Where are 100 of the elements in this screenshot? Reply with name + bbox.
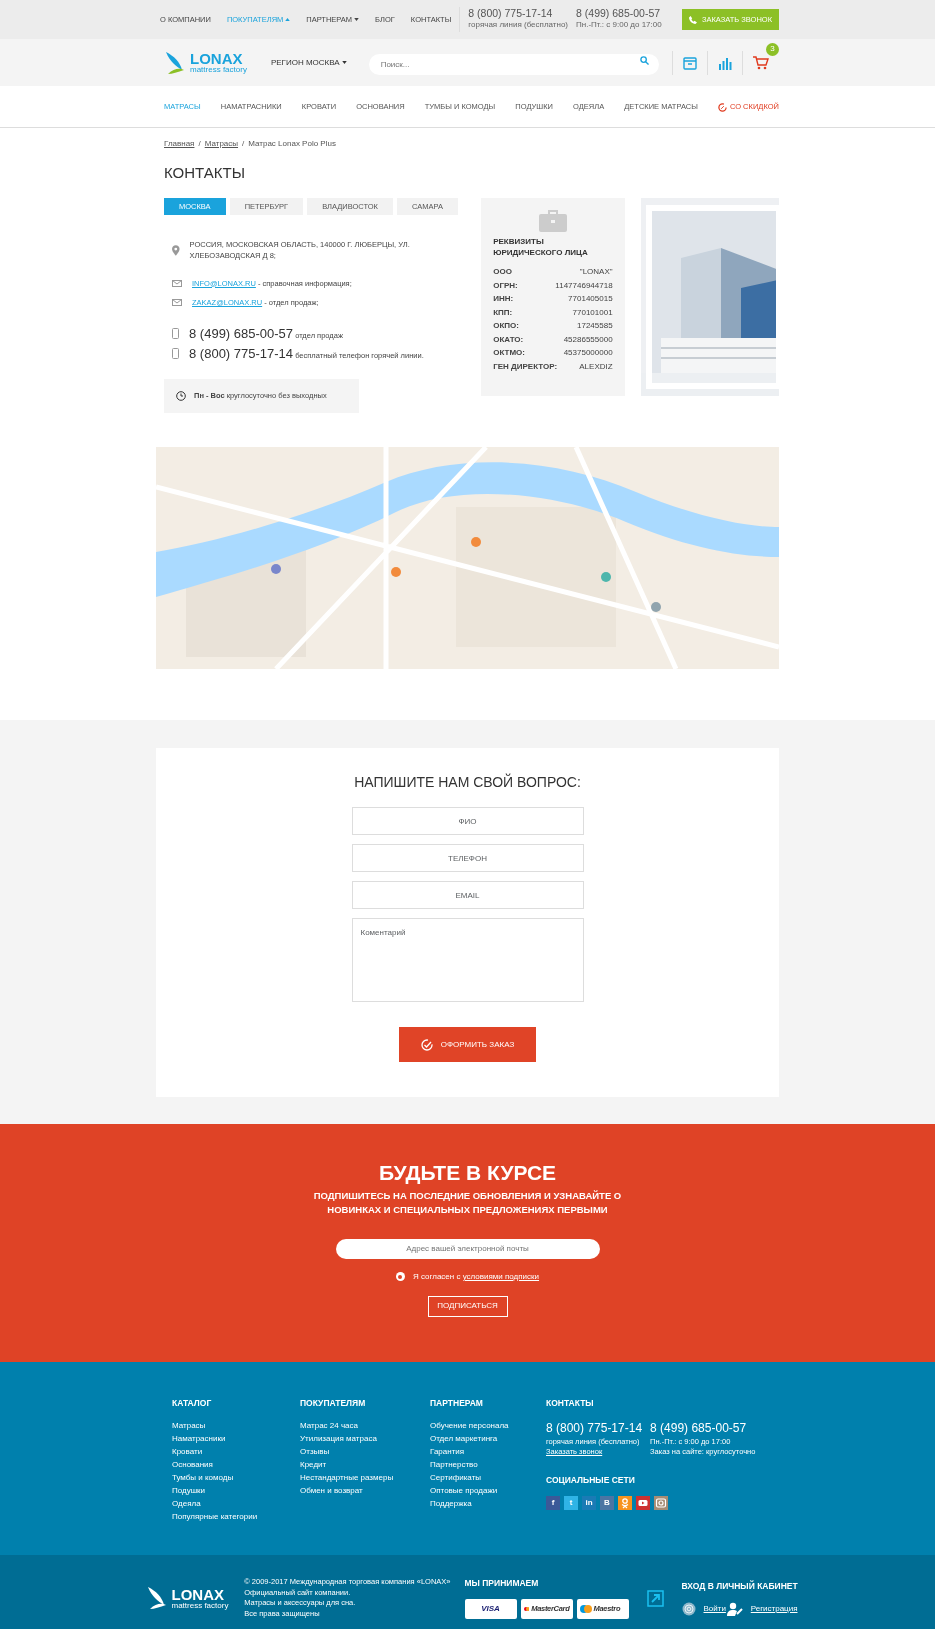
location-pin-icon — [172, 244, 180, 256]
legal-value: 17245585 — [577, 320, 613, 333]
region-selector[interactable]: РЕГИОН МОСКВА — [270, 56, 347, 69]
phone-number: 8 (499) 685-00-57 — [650, 1419, 748, 1437]
feather-icon — [145, 1585, 168, 1611]
visa-card-logo: VISA — [464, 1598, 517, 1619]
footer-link[interactable]: Кровати — [172, 1444, 300, 1458]
external-link-icon[interactable] — [646, 1590, 664, 1608]
input-field[interactable]: ФИО — [351, 807, 584, 835]
logo-name: LONAX — [190, 51, 244, 66]
comment-field[interactable]: Коментарий — [351, 918, 584, 1002]
input-field[interactable]: ТЕЛЕФОН — [351, 844, 584, 872]
footer-link[interactable]: Матрасы — [172, 1418, 300, 1432]
submit-button[interactable]: ОФОРМИТЬ ЗАКАЗ — [399, 1027, 536, 1062]
legal-label: ОКТМО: — [493, 347, 525, 360]
legal-value: 45375000000 — [563, 347, 613, 360]
footer-link[interactable]: Тумбы и комоды — [172, 1470, 300, 1484]
terms-link[interactable]: условиями подписки — [462, 1271, 540, 1281]
search-icon[interactable] — [639, 56, 649, 65]
footer-heading: СОЦИАЛЬНЫЕ СЕТИ — [546, 1473, 636, 1487]
legal-value: 770101001 — [572, 306, 613, 319]
check-icon — [420, 1038, 433, 1051]
input-field[interactable]: EMAIL — [351, 881, 584, 909]
payments-heading: МЫ ПРИНИМАЕМ — [464, 1577, 540, 1590]
cart-count-badge: 3 — [766, 42, 779, 56]
footer-link[interactable]: Наматрасники — [172, 1431, 300, 1445]
mobile-phone-icon — [172, 347, 179, 359]
phone-note: Пн.-Пт.: с 9:00 до 17:00 — [576, 19, 662, 31]
footer-heading: ПАРТНЕРАМ — [430, 1397, 484, 1410]
breadcrumb-link[interactable]: Матрасы — [204, 138, 239, 150]
camera-icon[interactable] — [654, 1495, 668, 1510]
caret-icon — [341, 60, 347, 64]
legal-label: ОКАТО: — [493, 333, 524, 346]
social-icon[interactable]: t — [564, 1495, 578, 1510]
subscribe-button[interactable]: ПОДПИСАТЬСЯ — [427, 1295, 508, 1317]
logo-tagline: mattress factory — [190, 66, 247, 74]
account-link[interactable]: Регистрация — [750, 1602, 798, 1615]
logo-tagline: mattress factory — [171, 1601, 229, 1610]
legal-value: "LONAX" — [579, 266, 613, 279]
breadcrumb-current: Матрас Lonax Polo Plus — [248, 138, 336, 150]
envelope-icon — [172, 298, 182, 306]
footer-link[interactable]: Матрас 24 часа — [300, 1418, 430, 1432]
email-field[interactable]: Адрес вашей электронной почты — [335, 1238, 600, 1259]
legal-label: ОГРН: — [493, 279, 518, 292]
phone-number: 8 (499) 685-00-57 — [576, 8, 662, 19]
clock-icon — [176, 391, 186, 401]
box-icon[interactable] — [683, 56, 697, 71]
legal-label: ИНН: — [493, 293, 514, 306]
footer-link[interactable]: Подушки — [172, 1483, 300, 1497]
legal-label: КПП: — [493, 306, 513, 319]
social-icon[interactable]: in — [582, 1495, 596, 1510]
footer-link[interactable]: Гарантия — [430, 1444, 546, 1458]
bar-chart-icon[interactable] — [718, 56, 732, 71]
footer-link[interactable]: Отдел маркетинга — [430, 1431, 546, 1445]
legal-value: 45286555000 — [563, 333, 613, 346]
phone-number: 8 (800) 775-17-14 — [546, 1419, 643, 1437]
legal-title: РЕКВИЗИТЫ ЮРИДИЧЕСКОГО ЛИЦА — [493, 236, 589, 259]
legal-label: ГЕН ДИРЕКТОР: — [493, 360, 558, 373]
footer-heading: КАТАЛОГ — [172, 1397, 213, 1410]
page-title: КОНТАКТЫ — [164, 164, 246, 182]
legal-value: 1147746944718 — [555, 279, 613, 292]
footer-link[interactable]: Отзывы — [300, 1444, 430, 1458]
footer-link[interactable]: Обмен и возврат — [300, 1483, 430, 1497]
feather-icon — [164, 49, 186, 76]
legal-label: ОКПО: — [493, 320, 519, 333]
legal-label: ООО — [493, 266, 512, 279]
footer-link[interactable]: Основания — [172, 1457, 300, 1471]
account-heading: ВХОД В ЛИЧНЫЙ КАБИНЕТ — [681, 1580, 798, 1593]
footer-link[interactable]: Кредит — [300, 1457, 430, 1471]
briefcase-icon — [538, 209, 567, 232]
footer-link[interactable]: Поддержка — [430, 1496, 546, 1510]
discount-icon — [717, 102, 727, 112]
footer-link[interactable]: Популярные категории — [172, 1509, 300, 1523]
consent-radio[interactable] — [395, 1272, 405, 1282]
footer-link[interactable]: Нестандартные размеры — [300, 1470, 430, 1484]
footer-link[interactable]: Сертификаты — [430, 1470, 546, 1484]
breadcrumb-link[interactable]: Главная — [164, 138, 195, 150]
social-icon[interactable]: f — [546, 1495, 560, 1510]
footer-link[interactable]: Партнерство — [430, 1457, 546, 1471]
envelope-icon — [172, 279, 182, 287]
subscribe-subtitle: ПОДПИШИТЕСЬ НА ПОСЛЕДНИЕ ОБНОВЛЕНИЯ И УЗНАВАЙТЕ О НОВИНКАХ И СПЕЦИАЛЬНЫХ ПРЕДЛОЖЕНИЯХ ПЕРВЫМИ — [312, 1189, 623, 1217]
subscribe-title: БУДЬТЕ В КУРСЕ — [377, 1160, 558, 1186]
cart-icon[interactable] — [753, 56, 769, 71]
logo-name: LONAX — [171, 1586, 225, 1602]
play-icon[interactable] — [636, 1495, 650, 1510]
account-link[interactable]: Войти — [703, 1602, 726, 1615]
footer-link[interactable]: Утилизация матраса — [300, 1431, 430, 1445]
mobile-phone-icon — [172, 328, 179, 340]
person-icon[interactable] — [618, 1495, 632, 1510]
footer-link[interactable]: Одеяла — [172, 1496, 300, 1510]
phone-number: 8 (800) 775-17-14 — [468, 8, 554, 19]
search-field[interactable]: Поиск... — [368, 54, 659, 75]
user-edit-icon — [726, 1601, 743, 1616]
social-icon[interactable]: B — [600, 1495, 614, 1510]
phone-note: горячая линия (бесплатно) — [468, 19, 569, 31]
footer-link[interactable]: Обучение персонала — [430, 1418, 546, 1432]
breadcrumb-separator: / — [198, 138, 201, 150]
fingerprint-icon — [681, 1601, 696, 1616]
footer-heading: КОНТАКТЫ — [546, 1397, 595, 1410]
footer-link[interactable]: Оптовые продажи — [430, 1483, 546, 1497]
